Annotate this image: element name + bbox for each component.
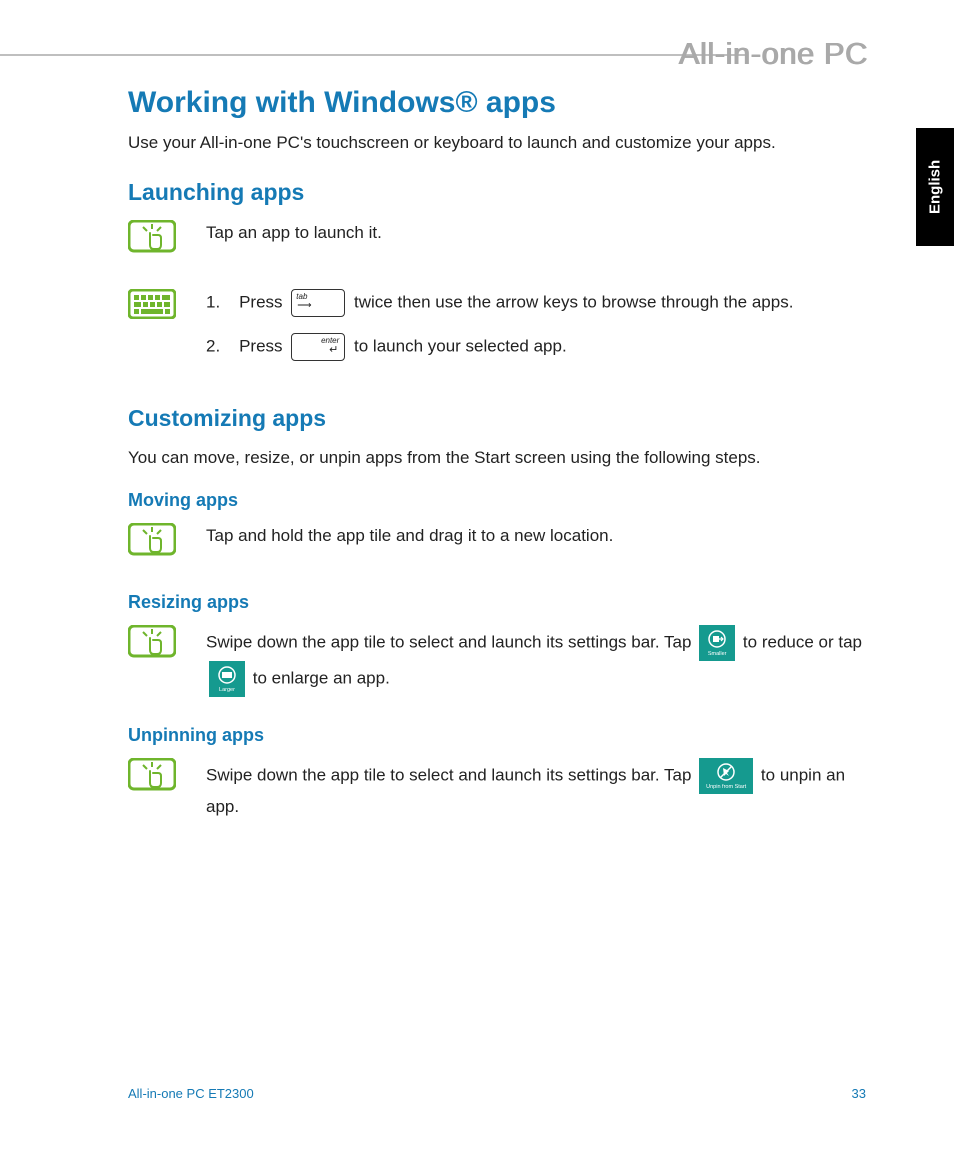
larger-tile-icon: Larger	[209, 661, 245, 697]
customizing-heading: Customizing apps	[128, 405, 874, 432]
moving-text: Tap and hold the app tile and drag it to…	[206, 523, 874, 549]
step-text: Press	[239, 336, 282, 355]
footer-model: All-in-one PC ET2300	[128, 1086, 254, 1101]
text-span: to enlarge an app.	[253, 668, 390, 687]
intro-text: Use your All-in-one PC's touchscreen or …	[128, 132, 874, 155]
running-header: All-in-one PC	[679, 36, 868, 72]
launching-keyboard-row: 1. Press twice then use the arrow keys t…	[128, 289, 874, 377]
launching-heading: Launching apps	[128, 179, 874, 206]
resizing-text: Swipe down the app tile to select and la…	[206, 625, 874, 697]
unpinning-heading: Unpinning apps	[128, 725, 874, 746]
enter-key-icon	[291, 333, 345, 361]
touch-icon	[128, 625, 206, 666]
moving-heading: Moving apps	[128, 490, 874, 511]
page-title: Working with Windows® apps	[128, 86, 874, 120]
unpinning-text: Swipe down the app tile to select and la…	[206, 758, 874, 820]
step-number: 2.	[206, 336, 220, 355]
touch-icon	[128, 523, 206, 564]
touch-icon	[128, 758, 206, 799]
unpinning-row: Swipe down the app tile to select and la…	[128, 758, 874, 820]
tile-label: Unpin from Start	[699, 783, 753, 792]
tab-key-icon	[291, 289, 345, 317]
resizing-heading: Resizing apps	[128, 592, 874, 613]
customizing-desc: You can move, resize, or unpin apps from…	[128, 446, 874, 470]
tile-label: Smaller	[699, 650, 735, 659]
header-rule	[0, 54, 748, 56]
page-content: Working with Windows® apps Use your All-…	[128, 86, 874, 848]
language-tab: English	[916, 128, 954, 246]
moving-row: Tap and hold the app tile and drag it to…	[128, 523, 874, 564]
unpin-tile-icon: Unpin from Start	[699, 758, 753, 794]
launching-touch-row: Tap an app to launch it.	[128, 220, 874, 261]
footer-page-number: 33	[852, 1086, 866, 1101]
keyboard-icon	[128, 289, 206, 324]
step-text: to launch your selected app.	[354, 336, 567, 355]
text-span: Swipe down the app tile to select and la…	[206, 765, 691, 784]
step-number: 1.	[206, 292, 220, 311]
touch-icon	[128, 220, 206, 261]
text-span: Swipe down the app tile to select and la…	[206, 632, 691, 651]
step-text: twice then use the arrow keys to browse …	[354, 292, 793, 311]
step-text: Press	[239, 292, 282, 311]
smaller-tile-icon: Smaller	[699, 625, 735, 661]
launching-touch-text: Tap an app to launch it.	[206, 220, 874, 246]
tile-label: Larger	[209, 686, 245, 695]
page-footer: All-in-one PC ET2300 33	[128, 1086, 866, 1101]
launching-keyboard-steps: 1. Press twice then use the arrow keys t…	[206, 289, 874, 377]
text-span: to reduce or tap	[743, 632, 862, 651]
resizing-row: Swipe down the app tile to select and la…	[128, 625, 874, 697]
